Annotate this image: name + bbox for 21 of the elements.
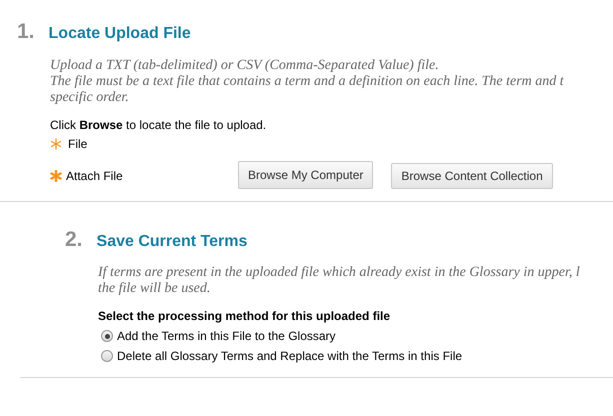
step-number: 2. [65, 226, 83, 252]
field-label: Attach File [66, 168, 123, 184]
description-line: Upload a TXT (tab-delimited) or CSV (Comma-Separated Value) file. [50, 58, 439, 74]
step-number: 1. [17, 19, 35, 45]
radio-option[interactable]: Add the Terms in this File to the Glossary [98, 327, 336, 345]
step-title: Save Current Terms [96, 232, 248, 252]
description-line: the file will be used. [98, 281, 210, 297]
radio-button[interactable] [101, 350, 113, 362]
browse-button[interactable]: Browse My Computer [238, 160, 374, 188]
radio-option[interactable]: Delete all Glossary Terms and Replace with the Terms in this File [98, 347, 462, 365]
question-label: Select the processing method for this uploaded file [98, 308, 390, 325]
required-legend: File [68, 134, 88, 152]
browse-button[interactable]: Browse Content Collection [391, 162, 553, 188]
instruction-text: Click Browse to locate the file to upload. [50, 116, 266, 134]
hollow-asterisk-icon [50, 138, 62, 150]
description-line: If terms are present in the uploaded file which already exist in the Glossary in upper, l [98, 265, 580, 281]
asterisk-icon [50, 170, 62, 182]
description-line: The file must be a text file that contains a term and a definition on each line. The term and t [50, 74, 564, 90]
description-line: specific order. [50, 90, 129, 106]
radio-button[interactable] [101, 330, 113, 342]
step-title: Locate Upload File [48, 24, 191, 44]
